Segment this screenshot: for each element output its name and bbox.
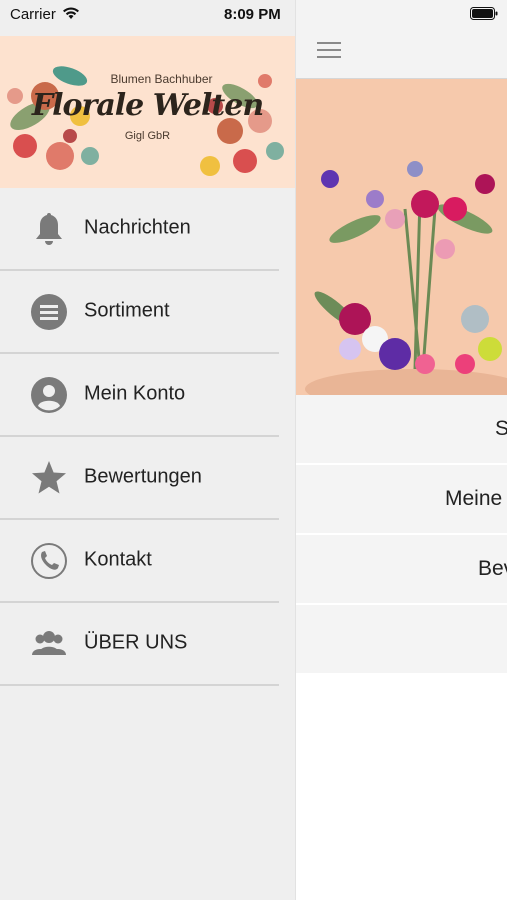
drawer-item-label: Mein Konto [84,382,186,405]
group-icon [32,631,66,655]
drawer-item-sortiment[interactable]: Sortiment [0,271,279,354]
main-row[interactable]: Meine [295,465,507,535]
drawer-item-label: Kontakt [84,548,152,571]
side-drawer: Blumen Bachhuber Florale Welten Gigl GbR… [0,0,296,900]
carrier-label: Carrier [10,6,56,23]
star-icon [32,461,66,494]
main-list: S Meine Bev [295,395,507,675]
drawer-item-mein-konto[interactable]: Mein Konto [0,354,279,437]
hero-image [295,79,507,395]
clock: 8:09 PM [224,6,281,23]
drawer-menu: Nachrichten Sortiment Mein Konto Bewertu… [0,188,295,686]
main-row-label: S [295,417,507,441]
bell-icon [36,213,62,245]
hamburger-menu-icon[interactable] [317,42,343,62]
logo-bottom-text: Gigl GbR [124,130,171,142]
drawer-item-label: Nachrichten [84,216,191,239]
list-icon [31,294,67,330]
drawer-item-label: Sortiment [84,299,170,322]
drawer-item-label: ÜBER UNS [84,631,188,654]
drawer-item-kontakt[interactable]: Kontakt [0,520,279,603]
wifi-icon [63,7,79,19]
drawer-item-nachrichten[interactable]: Nachrichten [0,188,279,271]
main-row-label: Bev [478,557,507,580]
drawer-item-bewertungen[interactable]: Bewertungen [0,437,279,520]
phone-icon [31,543,67,579]
drawer-item-ueber-uns[interactable]: ÜBER UNS [0,603,279,686]
main-row[interactable]: Bev [295,535,507,605]
main-content: S Meine Bev [295,0,507,900]
flower-bouquet-image [295,79,507,395]
logo-main-text: Florale Welten [31,88,264,123]
main-row[interactable]: S [295,395,507,465]
main-row-label: Meine [445,487,503,510]
drawer-header-logo: Blumen Bachhuber Florale Welten Gigl GbR [0,36,295,188]
logo-top-text: Blumen Bachhuber [110,72,213,86]
drawer-item-label: Bewertungen [84,465,202,488]
user-icon [31,377,67,413]
main-row[interactable] [295,605,507,675]
battery-icon [470,7,498,20]
status-bar: Carrier 8:09 PM [0,0,507,34]
